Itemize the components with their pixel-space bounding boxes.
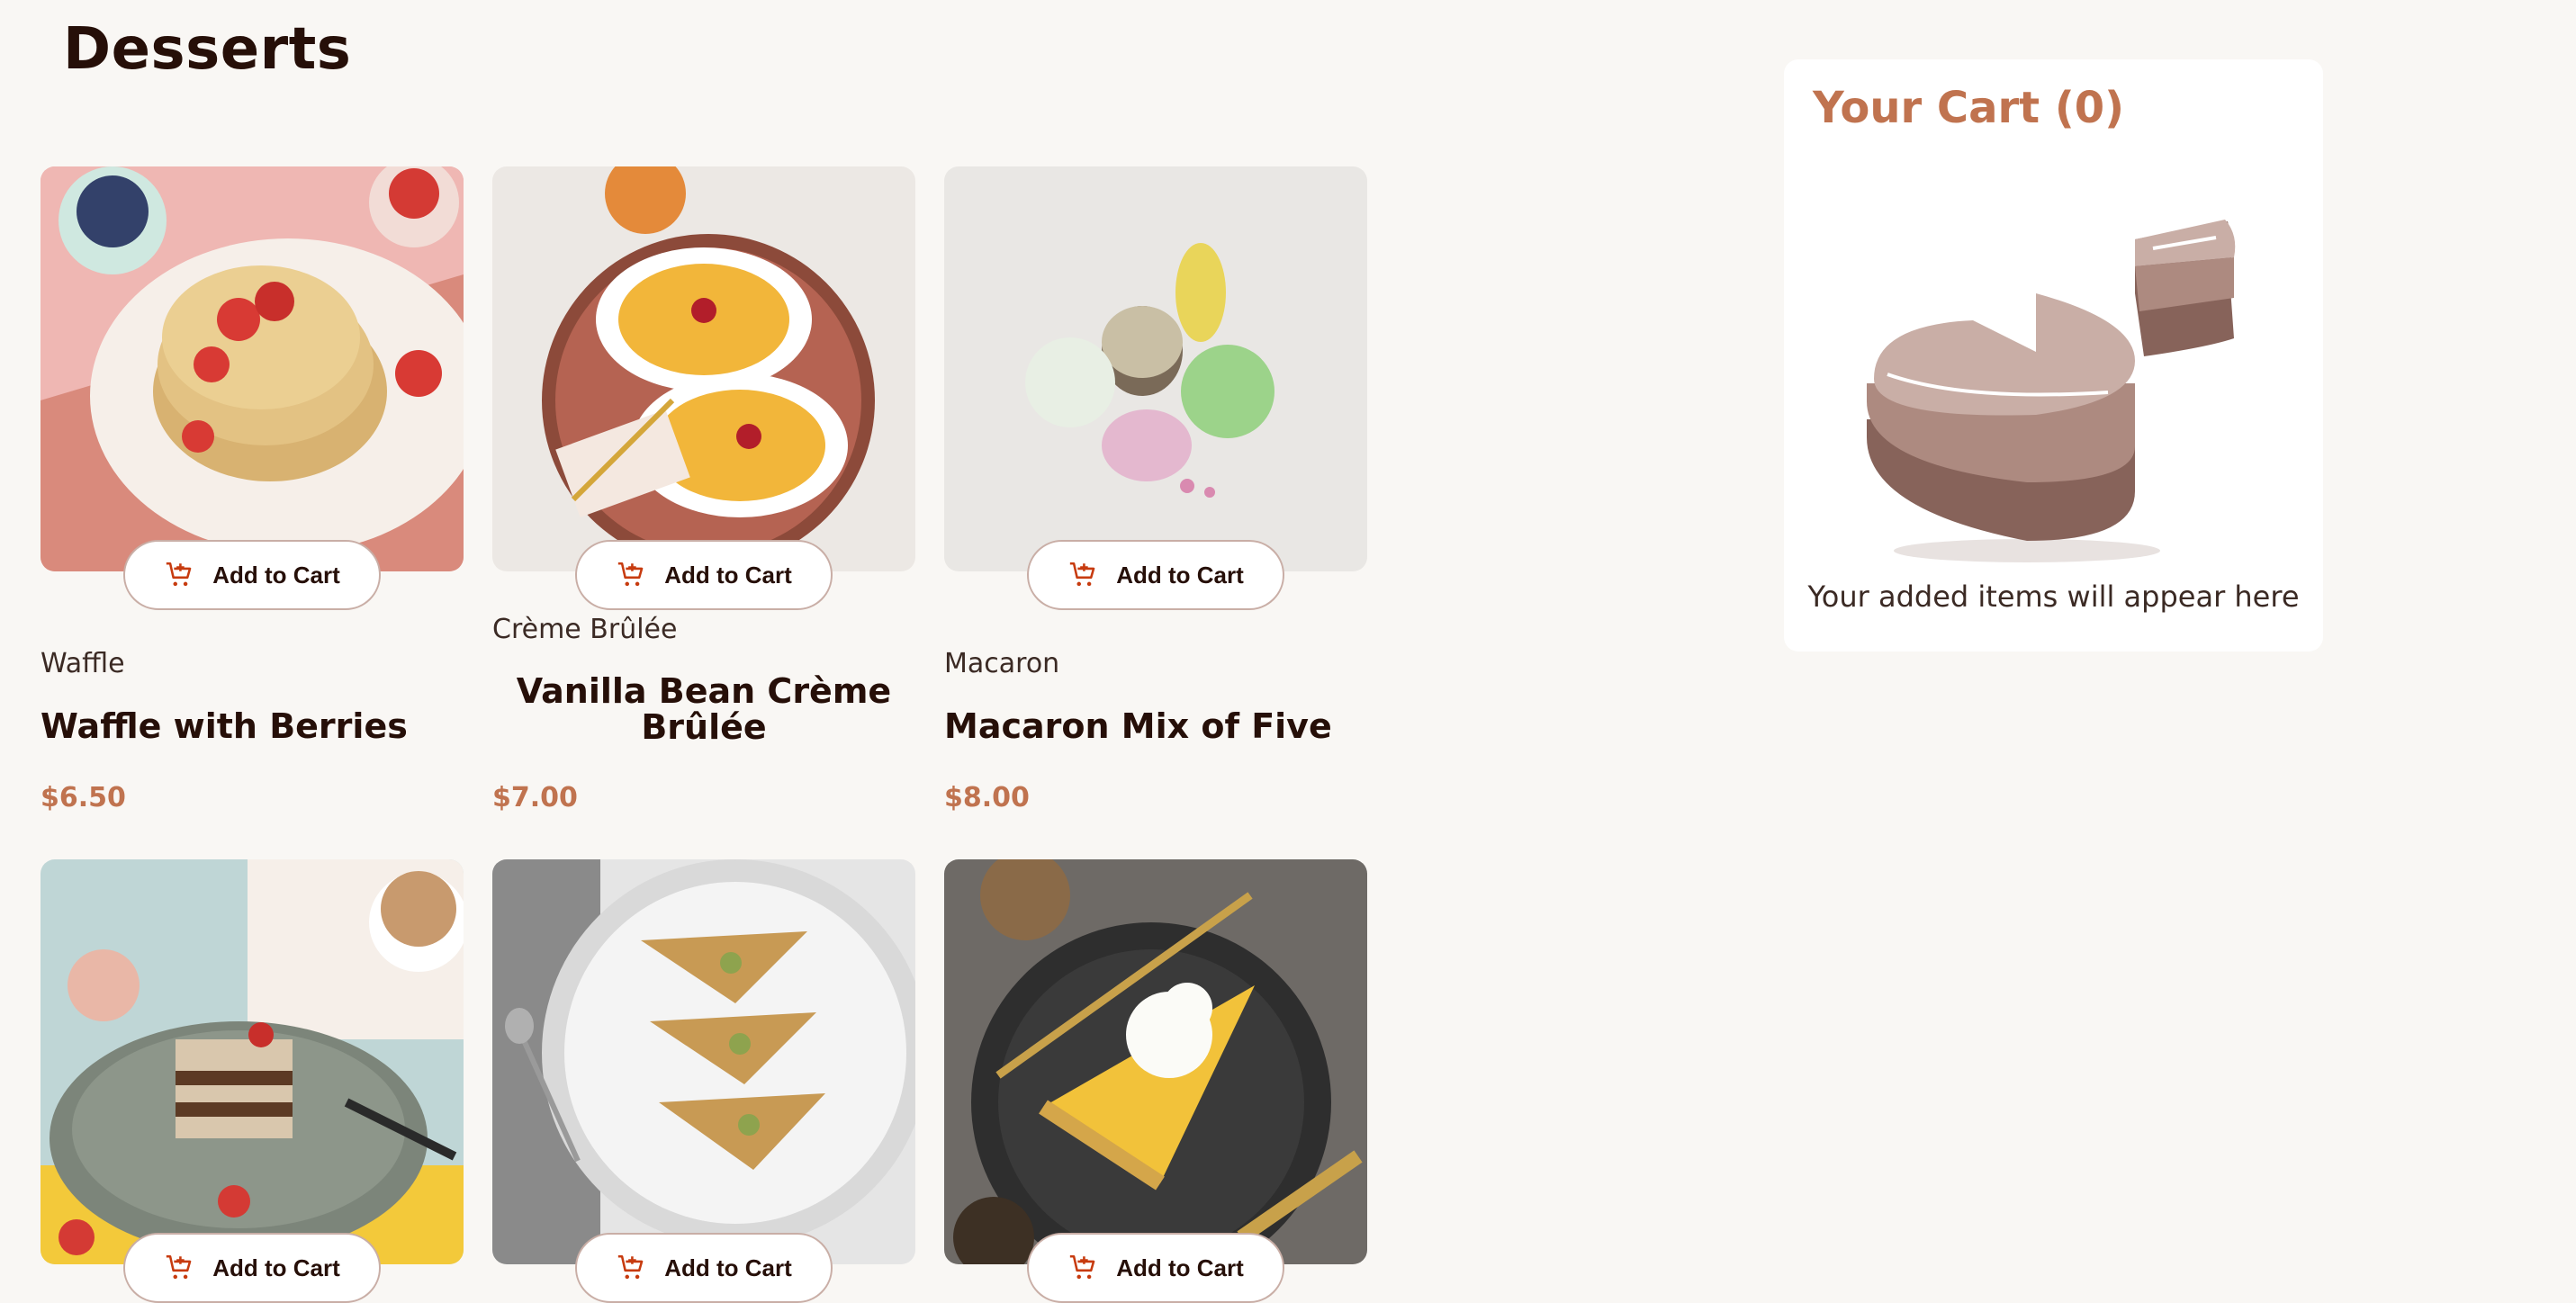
- add-to-cart-label: Add to Cart: [212, 1254, 340, 1281]
- product-price: $8.00: [944, 782, 1030, 813]
- add-to-cart-button[interactable]: Add to Cart: [1027, 540, 1284, 610]
- add-to-cart-label: Add to Cart: [1116, 561, 1244, 589]
- product-category: Crème Brûlée: [492, 614, 678, 645]
- add-to-cart-button[interactable]: Add to Cart: [123, 540, 381, 610]
- product-card-pie: Add to Cart: [944, 859, 1367, 1303]
- cart-add-icon: [1070, 1254, 1095, 1280]
- add-to-cart-button[interactable]: Add to Cart: [575, 1233, 833, 1303]
- product-image-creme-brulee: Add to Cart: [492, 166, 915, 610]
- add-to-cart-button[interactable]: Add to Cart: [123, 1233, 381, 1303]
- cart-panel: Your Cart (0) Your added items will appe…: [1784, 59, 2323, 652]
- cart-add-icon: [618, 1254, 644, 1280]
- cart-title: Your Cart (0): [1813, 83, 2125, 133]
- product-card-waffle: Add to Cart Waffle Waffle with Berries $…: [41, 166, 464, 813]
- cart-add-icon: [1070, 562, 1095, 587]
- product-name: Waffle with Berries: [41, 706, 408, 746]
- product-category: Macaron: [944, 648, 1060, 679]
- add-to-cart-button[interactable]: Add to Cart: [1027, 1233, 1284, 1303]
- page-title: Desserts: [63, 16, 352, 83]
- add-to-cart-button[interactable]: Add to Cart: [575, 540, 833, 610]
- add-to-cart-label: Add to Cart: [664, 1254, 792, 1281]
- product-name: Macaron Mix of Five: [944, 706, 1332, 746]
- cake-illustration: [1865, 194, 2243, 572]
- product-card-creme-brulee: Add to Cart Crème Brûlée Vanilla Bean Cr…: [492, 166, 915, 813]
- product-image-baklava: Add to Cart: [492, 859, 915, 1303]
- add-to-cart-label: Add to Cart: [1116, 1254, 1244, 1281]
- product-card-macaron: Add to Cart Macaron Macaron Mix of Five …: [944, 166, 1367, 813]
- product-category: Waffle: [41, 648, 125, 679]
- product-card-tiramisu: Add to Cart: [41, 859, 464, 1303]
- cart-add-icon: [167, 562, 192, 587]
- product-grid: Add to Cart Waffle Waffle with Berries $…: [41, 166, 1368, 1303]
- product-image-macaron: Add to Cart: [944, 166, 1367, 610]
- add-to-cart-label: Add to Cart: [212, 561, 340, 589]
- product-card-baklava: Add to Cart: [492, 859, 915, 1303]
- product-name: Vanilla Bean Crème Brûlée: [516, 671, 892, 747]
- add-to-cart-label: Add to Cart: [664, 561, 792, 589]
- product-price: $6.50: [41, 782, 126, 813]
- cart-empty-message: Your added items will appear here: [1807, 580, 2300, 614]
- product-image-tiramisu: Add to Cart: [41, 859, 464, 1303]
- cart-add-icon: [167, 1254, 192, 1280]
- product-image-waffle: Add to Cart: [41, 166, 464, 610]
- product-image-pie: Add to Cart: [944, 859, 1367, 1303]
- product-price: $7.00: [492, 782, 578, 813]
- cart-add-icon: [618, 562, 644, 587]
